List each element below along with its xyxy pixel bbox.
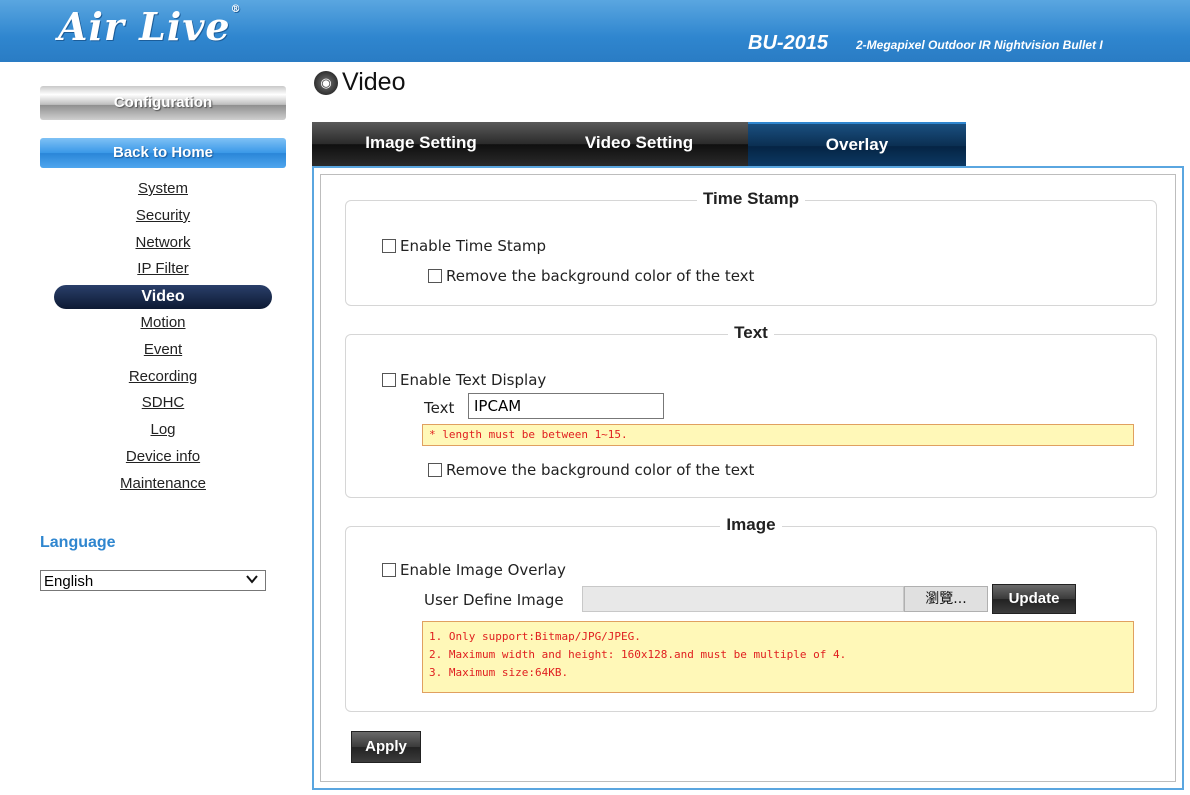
tab-bar: Image Setting Video Setting Overlay bbox=[312, 122, 966, 168]
image-legend: Image bbox=[346, 515, 1156, 535]
enable-time-stamp-checkbox[interactable] bbox=[382, 239, 396, 253]
sidebar-item-motion[interactable]: Motion bbox=[40, 312, 286, 339]
time-stamp-fieldset: Time Stamp Enable Time Stamp Remove the … bbox=[345, 189, 1157, 306]
text-field[interactable]: IPCAM bbox=[468, 393, 664, 419]
page-title: ◉ Video bbox=[314, 68, 406, 97]
sidebar-item-sdhc[interactable]: SDHC bbox=[40, 392, 286, 419]
user-define-image-label: User Define Image bbox=[424, 591, 564, 609]
enable-time-stamp-row: Enable Time Stamp bbox=[382, 237, 546, 255]
text-remove-bg-label: Remove the background color of the text bbox=[446, 461, 755, 479]
camera-icon: ◉ bbox=[314, 71, 338, 96]
time-stamp-remove-bg-row: Remove the background color of the text bbox=[428, 267, 754, 285]
tab-overlay[interactable]: Overlay bbox=[748, 122, 966, 168]
sidebar-item-security[interactable]: Security bbox=[40, 205, 286, 232]
model-description: 2-Megapixel Outdoor IR Nightvision Bulle… bbox=[856, 38, 1103, 52]
sidebar-item-system[interactable]: System bbox=[40, 178, 286, 205]
enable-image-overlay-row: Enable Image Overlay bbox=[382, 561, 566, 579]
configuration-button[interactable]: Configuration bbox=[40, 86, 286, 120]
text-remove-bg-checkbox[interactable] bbox=[428, 463, 442, 477]
sidebar-item-maintenance[interactable]: Maintenance bbox=[40, 473, 286, 500]
header-bar: Air Live® BU-2015 2-Megapixel Outdoor IR… bbox=[0, 0, 1190, 62]
time-stamp-legend: Time Stamp bbox=[346, 189, 1156, 209]
sidebar-item-log[interactable]: Log bbox=[40, 419, 286, 446]
enable-text-display-row: Enable Text Display bbox=[382, 371, 546, 389]
airlive-logo: Air Live® bbox=[58, 4, 242, 49]
image-requirements-note: 1. Only support:Bitmap/JPG/JPEG. 2. Maxi… bbox=[422, 621, 1134, 693]
language-select[interactable]: English bbox=[40, 570, 266, 591]
language-value: English bbox=[44, 573, 94, 590]
image-file-input[interactable] bbox=[582, 586, 904, 612]
tab-image-setting[interactable]: Image Setting bbox=[312, 122, 530, 166]
sidebar-item-device-info[interactable]: Device info bbox=[40, 446, 286, 473]
text-field-label: Text bbox=[424, 399, 455, 417]
sidebar-item-event[interactable]: Event bbox=[40, 339, 286, 366]
update-button[interactable]: Update bbox=[992, 584, 1076, 614]
image-fieldset: Image Enable Image Overlay User Define I… bbox=[345, 515, 1157, 712]
enable-image-overlay-label: Enable Image Overlay bbox=[400, 561, 566, 579]
time-stamp-remove-bg-checkbox[interactable] bbox=[428, 269, 442, 283]
tab-video-setting[interactable]: Video Setting bbox=[530, 122, 748, 166]
text-remove-bg-row: Remove the background color of the text bbox=[428, 461, 754, 479]
enable-text-display-label: Enable Text Display bbox=[400, 371, 547, 389]
text-fieldset: Text Enable Text Display Text IPCAM * le… bbox=[345, 323, 1157, 498]
overlay-panel: Time Stamp Enable Time Stamp Remove the … bbox=[312, 166, 1184, 790]
time-stamp-remove-bg-label: Remove the background color of the text bbox=[446, 267, 755, 285]
enable-time-stamp-label: Enable Time Stamp bbox=[400, 237, 547, 255]
model-name: BU-2015 bbox=[748, 32, 829, 54]
sidebar-item-ip-filter[interactable]: IP Filter bbox=[40, 258, 286, 285]
text-legend: Text bbox=[346, 323, 1156, 343]
chevron-down-icon bbox=[245, 571, 259, 592]
text-length-note: * length must be between 1~15. bbox=[422, 424, 1134, 446]
apply-button[interactable]: Apply bbox=[351, 731, 421, 763]
sidebar-item-network[interactable]: Network bbox=[40, 232, 286, 259]
enable-text-display-checkbox[interactable] bbox=[382, 373, 396, 387]
sidebar-nav: System Security Network IP Filter Video … bbox=[40, 178, 286, 500]
browse-button[interactable]: 瀏覽... bbox=[904, 586, 988, 612]
panel-inner: Time Stamp Enable Time Stamp Remove the … bbox=[320, 174, 1176, 782]
enable-image-overlay-checkbox[interactable] bbox=[382, 563, 396, 577]
sidebar-item-recording[interactable]: Recording bbox=[40, 366, 286, 393]
back-to-home-button[interactable]: Back to Home bbox=[40, 138, 286, 168]
language-label: Language bbox=[40, 534, 116, 551]
sidebar-item-video[interactable]: Video bbox=[54, 285, 272, 310]
